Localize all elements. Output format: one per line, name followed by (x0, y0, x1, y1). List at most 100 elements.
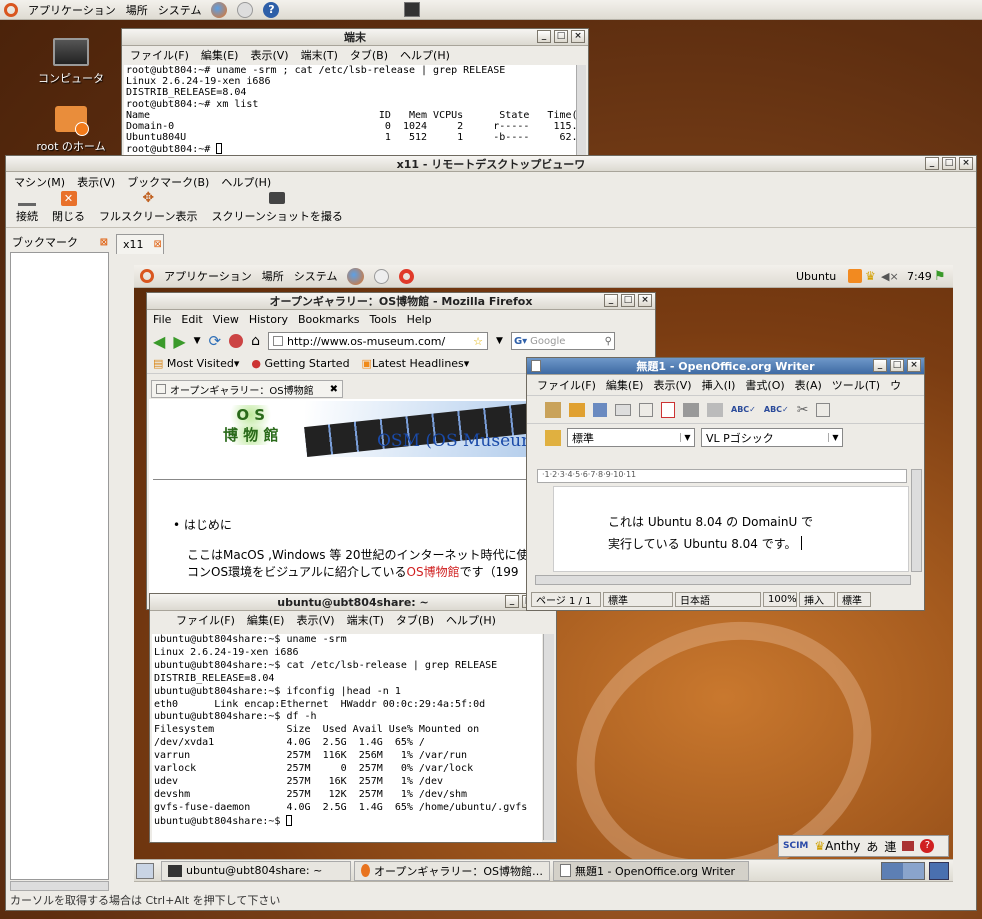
cut-icon[interactable]: ✂ (797, 402, 809, 418)
desktop-icon-computer[interactable]: コンピュータ (36, 38, 106, 86)
firefox-titlebar[interactable]: オープンギャラリー：OS博物館 - Mozilla Firefox _ □ × (147, 293, 655, 310)
remote-places-menu[interactable]: 場所 (262, 268, 284, 284)
bookmarks-list[interactable] (10, 252, 109, 880)
close-icon[interactable]: ⊠ (100, 237, 108, 248)
outer-terminal-scrollbar[interactable] (576, 65, 586, 155)
close-icon[interactable]: ⊠ (154, 239, 162, 250)
outer-terminal-menu-item[interactable]: ヘルプ(H) (400, 47, 450, 63)
os-museum-link[interactable]: OS博物館 (407, 565, 460, 579)
minimize-button[interactable]: _ (537, 30, 551, 43)
system-menu[interactable]: システム (158, 2, 202, 18)
document-text[interactable]: これは Ubuntu 8.04 の DomainU で 実行している Ubunt… (608, 511, 813, 555)
writer-ruler[interactable]: ·1·2·3·4·5·6·7·8·9·10·11 (537, 469, 907, 483)
ime-dict-icon[interactable] (902, 841, 915, 851)
close-button[interactable]: × (959, 157, 973, 170)
applications-menu[interactable]: アプリケーション (28, 2, 116, 18)
inner-terminal-menu-item[interactable]: 表示(V) (296, 612, 334, 628)
writer-titlebar[interactable]: 無題1 - OpenOffice.org Writer _ □ × (527, 358, 924, 375)
logout-icon[interactable]: ⚑ (934, 269, 946, 284)
save-icon[interactable] (593, 402, 607, 417)
url-bar[interactable]: http://www.os-museum.com/☆ (268, 332, 489, 350)
minimize-button[interactable]: _ (925, 157, 939, 170)
stop-icon[interactable] (229, 334, 244, 348)
viewer-menu-item[interactable]: マシン(M) (14, 174, 65, 190)
writer-hscrollbar[interactable] (535, 575, 911, 585)
ime-engine[interactable]: ♛Anthy (814, 839, 860, 853)
bookmark-getting-started[interactable]: ● Getting Started (251, 357, 349, 370)
firefox-menu-item[interactable]: Bookmarks (298, 313, 359, 326)
search-icon[interactable]: ⚲ (605, 336, 612, 347)
maximize-button[interactable]: □ (554, 30, 568, 43)
ime-conversion-mode[interactable]: 連 (884, 838, 896, 855)
autospell-icon[interactable]: ABC✓ (764, 405, 789, 414)
writer-menu-item[interactable]: ツール(T) (832, 377, 880, 393)
inner-terminal-menu-item[interactable]: タブ(B) (396, 612, 434, 628)
remote-applications-menu[interactable]: アプリケーション (164, 268, 252, 284)
inner-terminal-output[interactable]: ubuntu@ubt804share:~$ uname -srm Linux 2… (152, 634, 542, 842)
url-dropdown-icon[interactable]: ▼ (496, 336, 503, 346)
google-icon[interactable]: G▾ (514, 336, 527, 347)
viewer-menu-item[interactable]: 表示(V) (77, 174, 115, 190)
outer-terminal-output[interactable]: root@ubt804:~# uname -srm ; cat /etc/lsb… (124, 65, 576, 155)
taskbar-item-firefox[interactable]: オープンギャラリー：OS博物館… (354, 860, 550, 881)
firefox-tab[interactable]: オープンギャラリー：OS博物館 ✖ (151, 380, 343, 398)
writer-status-cell[interactable]: 標準 (837, 592, 871, 607)
viewer-menu-item[interactable]: ヘルプ(H) (221, 174, 271, 190)
close-button[interactable]: × (571, 30, 585, 43)
minimize-button[interactable]: _ (873, 359, 887, 372)
firefox-menu-item[interactable]: Edit (181, 313, 202, 326)
writer-menu-item[interactable]: 書式(O) (745, 377, 784, 393)
outer-terminal-menu-item[interactable]: 端末(T) (301, 47, 338, 63)
close-button[interactable]: × (907, 359, 921, 372)
back-icon[interactable]: ◀ (153, 332, 165, 351)
open-icon[interactable] (569, 402, 585, 417)
maximize-button[interactable]: □ (621, 294, 635, 307)
maximize-button[interactable]: □ (890, 359, 904, 372)
screenshot-button[interactable]: スクリーンショットを撮る (211, 192, 343, 224)
writer-document[interactable]: これは Ubuntu 8.04 の DomainU で 実行している Ubunt… (553, 486, 909, 572)
spellcheck-icon[interactable]: ABC✓ (731, 405, 756, 414)
writer-menu-item[interactable]: 表(A) (795, 377, 822, 393)
writer-menu-item[interactable]: 編集(E) (606, 377, 644, 393)
firefox-menu-item[interactable]: File (153, 313, 171, 326)
writer-menu-item[interactable]: 挿入(I) (702, 377, 736, 393)
bookmarks-hscrollbar[interactable] (10, 881, 109, 891)
fullscreen-button[interactable]: ✥ フルスクリーン表示 (99, 191, 197, 224)
inner-terminal-menu-item[interactable]: 編集(E) (247, 612, 285, 628)
places-menu[interactable]: 場所 (126, 2, 148, 18)
update-notifier-icon[interactable] (848, 269, 862, 283)
outer-terminal-menu-item[interactable]: タブ(B) (350, 47, 388, 63)
minimize-button[interactable]: _ (505, 595, 519, 608)
maximize-button[interactable]: □ (942, 157, 956, 170)
font-name-select[interactable]: VL Pゴシック ▼ (701, 428, 843, 447)
pdf-icon[interactable] (661, 401, 675, 418)
inner-terminal-menu-item[interactable]: ファイル(F) (176, 612, 235, 628)
home-icon[interactable]: ⌂ (251, 333, 260, 349)
inner-terminal-titlebar[interactable]: ubuntu@ubt804share: ~ _□× (150, 594, 556, 611)
writer-menu-item[interactable]: 表示(V) (653, 377, 691, 393)
preview-icon[interactable] (707, 402, 723, 417)
styles-icon[interactable] (545, 429, 561, 446)
inner-terminal-scrollbar[interactable] (543, 634, 554, 840)
print-icon[interactable] (683, 402, 699, 417)
trash-icon[interactable] (929, 861, 949, 880)
show-desktop-icon[interactable] (136, 862, 154, 879)
inner-terminal-menu-item[interactable]: 端末(T) (347, 612, 384, 628)
firefox-menu-item[interactable]: View (213, 313, 239, 326)
firefox-launcher-icon[interactable] (347, 267, 365, 285)
volume-icon[interactable]: ◀× (881, 270, 899, 283)
mail-launcher-icon[interactable] (237, 1, 254, 18)
mail-icon[interactable] (615, 403, 631, 416)
remote-user-name[interactable]: Ubuntu (796, 270, 836, 283)
firefox-launcher-icon[interactable] (211, 1, 228, 18)
writer-status-cell[interactable]: ページ 1 / 1 (531, 592, 601, 607)
lifebuoy-icon[interactable] (399, 268, 415, 284)
writer-status-cell[interactable]: 挿入 (799, 592, 835, 607)
taskbar-item-writer[interactable]: 無題1 - OpenOffice.org Writer (553, 860, 749, 881)
outer-terminal-menu-item[interactable]: ファイル(F) (130, 47, 189, 63)
viewer-tab-x11[interactable]: x11 ⊠ (116, 234, 164, 254)
close-connection-button[interactable]: ✕ 閉じる (52, 191, 85, 224)
search-box[interactable]: G▾ Google ⚲ (510, 332, 615, 350)
outer-terminal-titlebar[interactable]: 端末 _ □ × (122, 29, 588, 46)
help-icon[interactable]: ? (263, 1, 280, 18)
